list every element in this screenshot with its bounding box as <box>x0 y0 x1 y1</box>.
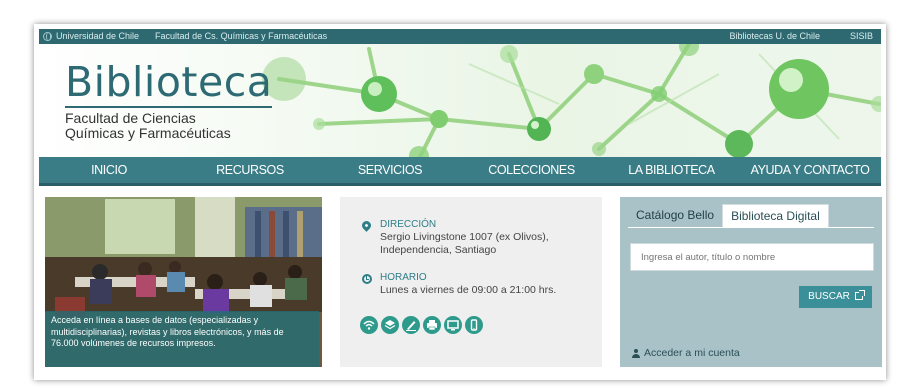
universidad-link[interactable]: Universidad de Chile <box>43 29 139 44</box>
address-line-2: Independencia, Santiago <box>380 244 497 256</box>
nav-servicios[interactable]: SERVICIOS <box>321 163 459 177</box>
hours-block: HORARIO Lunes a viernes de 09:00 a 21:00… <box>362 272 556 297</box>
hours-value: Lunes a viernes de 09:00 a 21:00 hrs. <box>380 284 557 296</box>
wifi-icon[interactable] <box>360 316 378 334</box>
account-link[interactable]: Acceder a mi cuenta <box>632 347 740 359</box>
search-button-label: BUSCAR <box>808 291 850 302</box>
header-banner: Biblioteca Facultad de Ciencias Químicas… <box>39 44 881 159</box>
top-utility-bar: Universidad de Chile Facultad de Cs. Quí… <box>39 29 881 44</box>
library-photo-card[interactable]: Acceda en línea a bases de datos (especi… <box>45 197 322 367</box>
universidad-link-label: Universidad de Chile <box>56 31 140 41</box>
bibliotecas-link[interactable]: Bibliotecas U. de Chile <box>729 29 820 44</box>
layers-icon[interactable] <box>381 316 399 334</box>
nav-ayuda-contacto[interactable]: AYUDA Y CONTACTO <box>739 163 881 177</box>
mobile-icon[interactable] <box>465 316 483 334</box>
monitor-icon[interactable] <box>444 316 462 334</box>
facultad-link[interactable]: Facultad de Cs. Químicas y Farmacéuticas <box>155 29 327 44</box>
logo-subtitle-1: Facultad de Ciencias <box>65 110 196 126</box>
user-icon <box>632 348 640 358</box>
nav-inicio[interactable]: INICIO <box>39 163 179 177</box>
address-line-1: Sergio Livingstone 1007 (ex Olivos), <box>380 231 549 243</box>
main-nav: INICIO RECURSOS SERVICIOS COLECCIONES LA… <box>39 157 881 186</box>
catalog-search-input[interactable] <box>630 243 874 271</box>
nav-la-biblioteca[interactable]: LA BIBLIOTECA <box>604 163 739 177</box>
globe-icon <box>43 32 52 42</box>
nav-recursos[interactable]: RECURSOS <box>179 163 321 177</box>
account-link-label: Acceder a mi cuenta <box>644 347 740 359</box>
address-block: DIRECCIÓN Sergio Livingstone 1007 (ex Ol… <box>360 219 549 257</box>
clock-icon <box>362 274 372 284</box>
service-icons <box>360 316 483 334</box>
photo-caption: Acceda en línea a bases de datos (especi… <box>45 311 319 367</box>
tab-biblioteca-digital[interactable]: Biblioteca Digital <box>722 204 829 227</box>
page-frame: Universidad de Chile Facultad de Cs. Quí… <box>34 24 886 380</box>
nav-colecciones[interactable]: COLECCIONES <box>459 163 604 177</box>
map-pin-icon <box>360 219 373 232</box>
catalog-tabs: Catálogo Bello Biblioteca Digital <box>628 204 829 227</box>
printer-icon[interactable] <box>423 316 441 334</box>
logo-subtitle-2: Químicas y Farmacéuticas <box>65 125 231 141</box>
library-info-box: DIRECCIÓN Sergio Livingstone 1007 (ex Ol… <box>340 197 602 367</box>
library-logo[interactable]: Biblioteca Facultad de Ciencias Químicas… <box>65 58 273 141</box>
external-link-icon <box>854 290 865 300</box>
search-button[interactable]: BUSCAR <box>799 286 872 308</box>
hours-label: HORARIO <box>380 272 427 283</box>
tab-divider <box>628 227 874 228</box>
tab-catalogo-bello[interactable]: Catálogo Bello <box>628 204 722 227</box>
sisib-link[interactable]: SISIB <box>850 29 873 44</box>
logo-title: Biblioteca <box>65 58 273 108</box>
address-label: DIRECCIÓN <box>380 219 437 230</box>
catalog-search-panel: Catálogo Bello Biblioteca Digital BUSCAR… <box>620 197 882 367</box>
pen-icon[interactable] <box>402 316 420 334</box>
